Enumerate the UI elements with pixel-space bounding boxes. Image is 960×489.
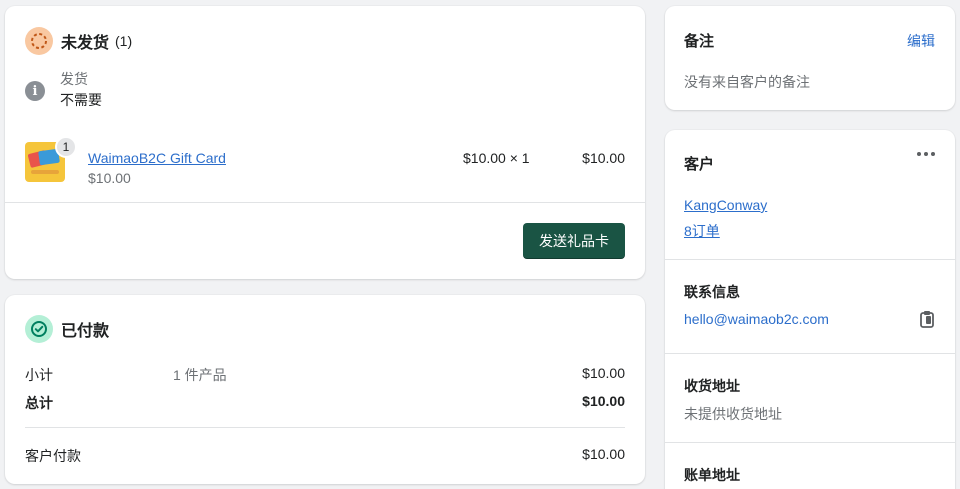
notes-edit-link[interactable]: 编辑 [907, 31, 935, 51]
divider [665, 442, 955, 443]
customer-title: 客户 [684, 156, 715, 173]
notes-title: 备注 [684, 33, 715, 50]
subtotal-items: 1 件产品 [173, 367, 227, 383]
shipping-address-empty: 未提供收货地址 [684, 406, 782, 422]
unit-price-quantity: $10.00 × 1 [463, 150, 530, 166]
contact-info-title: 联系信息 [684, 284, 740, 300]
info-icon: i [25, 81, 45, 101]
customer-email[interactable]: hello@waimaob2c.com [684, 311, 829, 327]
unfulfilled-title: 未发货 [61, 35, 110, 52]
paid-title: 已付款 [61, 323, 110, 340]
subtotal-amount: $10.00 [582, 365, 625, 381]
product-price: $10.00 [88, 170, 131, 186]
customer-paid-label: 客户付款 [25, 448, 81, 464]
product-link[interactable]: WaimaoB2C Gift Card [88, 150, 226, 166]
total-row: 总计 $10.00 [25, 393, 625, 413]
subtotal-row: 小计 1 件产品 $10.00 [25, 365, 625, 385]
divider [5, 202, 645, 203]
customer-name-link[interactable]: KangConway [684, 197, 767, 213]
total-label: 总计 [25, 395, 53, 411]
paid-header: 已付款 [25, 314, 109, 344]
divider [25, 427, 625, 428]
shipping-label: 发货 [60, 71, 88, 87]
more-actions-icon[interactable] [917, 152, 935, 156]
line-total: $10.00 [582, 150, 625, 166]
notes-card: 备注 编辑 没有来自客户的备注 [665, 6, 955, 110]
unfulfilled-count: (1) [115, 33, 133, 49]
customer-paid-row: 客户付款 $10.00 [25, 446, 625, 466]
shipping-info: i 发货 不需要 [25, 70, 102, 110]
customer-orders-link[interactable]: 8订单 [684, 221, 720, 241]
unfulfilled-header: 未发货 (1) [25, 26, 132, 56]
line-item: 1 WaimaoB2C Gift Card $10.00 $10.00 × 1 … [25, 136, 625, 188]
divider [665, 353, 955, 354]
divider [665, 259, 955, 260]
customer-card: 客户 KangConway 8订单 联系信息 hello@waimaob2c.c… [665, 130, 955, 489]
notes-empty-text: 没有来自客户的备注 [684, 74, 810, 90]
unfulfilled-status-icon [25, 27, 53, 55]
copy-icon[interactable] [919, 310, 935, 328]
quantity-badge: 1 [55, 136, 77, 158]
customer-paid-amount: $10.00 [582, 446, 625, 462]
total-amount: $10.00 [582, 393, 625, 409]
paid-status-icon [25, 315, 53, 343]
paid-card: 已付款 小计 1 件产品 $10.00 总计 $10.00 客户付款 $10.0… [5, 295, 645, 484]
send-gift-card-button[interactable]: 发送礼品卡 [523, 223, 625, 259]
shipping-value: 不需要 [60, 92, 102, 108]
shipping-address-title: 收货地址 [684, 378, 740, 394]
billing-address-title: 账单地址 [684, 467, 740, 483]
subtotal-label: 小计 [25, 367, 53, 383]
unfulfilled-card: 未发货 (1) i 发货 不需要 1 WaimaoB2C Gift Card $… [5, 6, 645, 279]
